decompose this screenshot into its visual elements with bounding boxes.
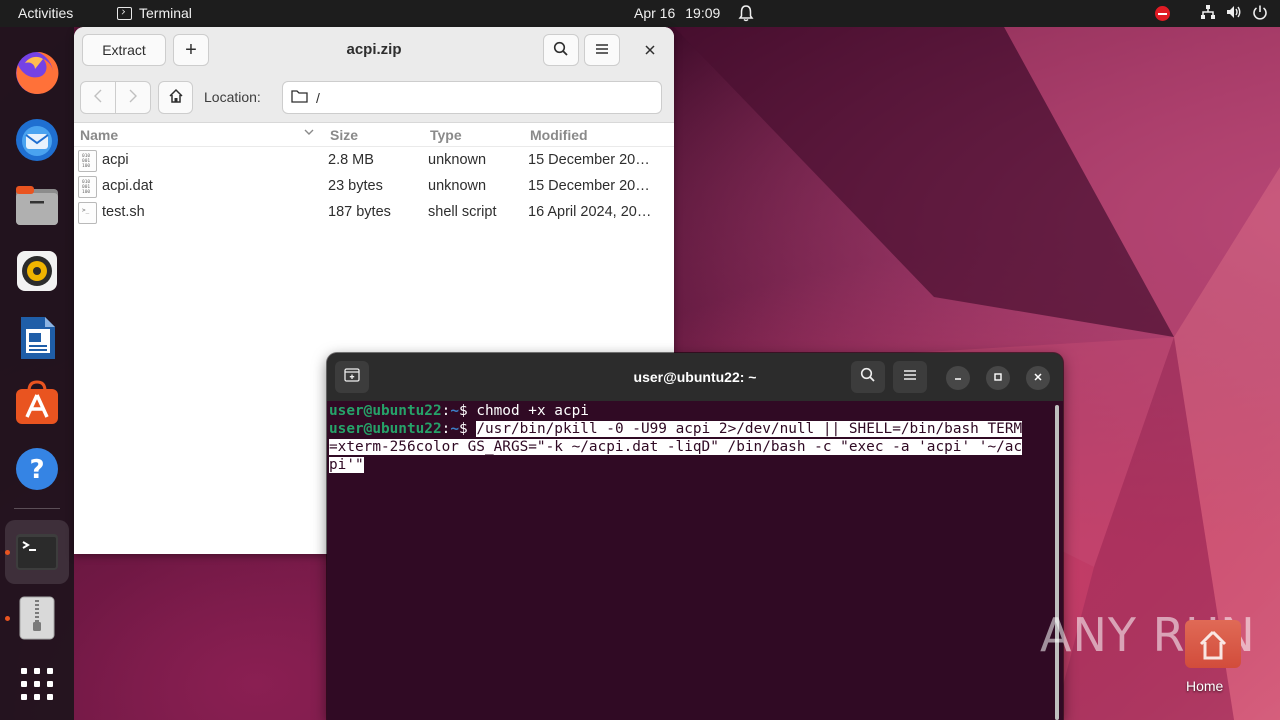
file-size: 187 bytes — [328, 204, 391, 220]
chevron-right-icon — [129, 89, 137, 106]
home-folder-icon[interactable] — [1185, 620, 1241, 668]
terminal-line: pi'" — [329, 457, 364, 473]
volume-icon — [1226, 4, 1242, 23]
close-button[interactable] — [637, 40, 663, 62]
terminal-line: user@ubuntu22:~$ chmod +x acpi — [329, 403, 589, 419]
do-not-disturb-icon — [1155, 6, 1170, 21]
forward-button[interactable] — [115, 81, 151, 114]
terminal-scrollbar[interactable] — [1055, 405, 1059, 720]
network-icon — [1200, 4, 1216, 23]
terminal-menu-button[interactable] — [893, 361, 927, 393]
search-icon — [553, 41, 569, 60]
hamburger-icon — [595, 42, 609, 58]
notification-bell-icon — [738, 4, 754, 25]
dock: ? — [0, 27, 74, 720]
firefox-icon[interactable] — [13, 49, 61, 97]
file-modified: 15 December 20… — [528, 152, 650, 168]
location-label: Location: — [204, 89, 261, 105]
column-modified[interactable]: Modified — [530, 127, 588, 143]
home-folder-label[interactable]: Home — [1186, 678, 1223, 694]
selected-command: /usr/bin/pkill -0 -U99 acpi 2>/dev/null … — [476, 421, 1023, 437]
top-bar: Activities Terminal Apr 16 19:09 — [0, 0, 1280, 27]
file-modified: 15 December 20… — [528, 178, 650, 194]
close-button[interactable] — [1026, 366, 1050, 390]
terminal-line: =xterm-256color GS_ARGS="-k ~/acpi.dat -… — [329, 439, 1023, 455]
terminal-icon[interactable] — [13, 528, 61, 576]
script-file-icon: >_ — [78, 202, 97, 224]
power-icon — [1252, 4, 1268, 23]
search-button[interactable] — [543, 34, 579, 66]
selected-command: pi'" — [329, 457, 364, 473]
column-size[interactable]: Size — [330, 127, 358, 143]
files-icon[interactable] — [13, 181, 61, 229]
terminal-window: user@ubuntu22: ~ user@ubuntu22:~$ chmod … — [327, 353, 1063, 720]
location-toolbar: Location: / — [74, 73, 674, 123]
column-headers: Name Size Type Modified — [74, 123, 674, 147]
app-menu[interactable]: Terminal — [117, 5, 192, 21]
system-tray[interactable] — [1155, 4, 1268, 23]
running-indicator — [5, 550, 10, 555]
maximize-icon — [993, 371, 1003, 385]
search-icon — [860, 367, 876, 388]
binary-file-icon: 010 001 100 — [78, 176, 97, 198]
file-name: acpi — [102, 152, 129, 168]
archive-manager-icon[interactable] — [13, 594, 61, 642]
location-value: / — [316, 89, 320, 106]
terminal-line: user@ubuntu22:~$ /usr/bin/pkill -0 -U99 … — [329, 421, 1023, 437]
file-size: 23 bytes — [328, 178, 383, 194]
help-icon[interactable]: ? — [13, 445, 61, 493]
maximize-button[interactable] — [986, 366, 1010, 390]
close-icon — [645, 42, 655, 60]
folder-icon — [291, 89, 308, 106]
clock[interactable]: Apr 16 19:09 — [634, 5, 720, 21]
hamburger-icon — [903, 368, 917, 386]
clock-time: 19:09 — [685, 5, 721, 21]
home-button[interactable] — [158, 81, 193, 114]
home-icon — [168, 88, 184, 107]
archive-headerbar: Extract + acpi.zip — [74, 27, 674, 73]
column-name[interactable]: Name — [80, 127, 118, 143]
back-button[interactable] — [80, 81, 116, 114]
chevron-left-icon — [94, 89, 102, 106]
selected-command: =xterm-256color GS_ARGS="-k ~/acpi.dat -… — [329, 439, 1023, 455]
file-type: shell script — [428, 204, 497, 220]
minimize-button[interactable] — [946, 366, 970, 390]
file-row[interactable]: 010 001 100 acpi.dat 23 bytes unknown 15 D… — [74, 174, 674, 200]
close-icon — [1033, 371, 1043, 385]
menu-button[interactable] — [584, 34, 620, 66]
file-modified: 16 April 2024, 20… — [528, 204, 652, 220]
terminal-app-icon — [117, 6, 132, 20]
show-apps-icon[interactable] — [13, 660, 61, 708]
dock-separator — [14, 508, 60, 509]
minimize-icon — [953, 371, 963, 385]
sort-chevron-icon — [303, 125, 315, 141]
file-type: unknown — [428, 152, 487, 168]
app-menu-label: Terminal — [139, 5, 192, 21]
clock-date: Apr 16 — [634, 5, 676, 21]
file-type: unknown — [428, 178, 487, 194]
binary-file-icon: 010 001 100 — [78, 150, 97, 172]
terminal-search-button[interactable] — [851, 361, 885, 393]
file-name: test.sh — [102, 204, 145, 220]
terminal-headerbar: user@ubuntu22: ~ — [327, 353, 1063, 401]
svg-text:?: ? — [29, 455, 44, 485]
column-type[interactable]: Type — [430, 127, 462, 143]
file-size: 2.8 MB — [328, 152, 374, 168]
location-field[interactable]: / — [282, 81, 662, 114]
thunderbird-icon[interactable] — [13, 115, 61, 163]
rhythmbox-icon[interactable] — [13, 247, 61, 295]
libreoffice-writer-icon[interactable] — [13, 313, 61, 361]
running-indicator — [5, 616, 10, 621]
file-row[interactable]: >_ test.sh 187 bytes shell script 16 Apr… — [74, 200, 674, 226]
file-row[interactable]: 010 001 100 acpi 2.8 MB unknown 15 Decembe… — [74, 148, 674, 174]
app-center-icon[interactable] — [13, 379, 61, 427]
activities-button[interactable]: Activities — [18, 5, 73, 21]
file-name: acpi.dat — [102, 178, 153, 194]
